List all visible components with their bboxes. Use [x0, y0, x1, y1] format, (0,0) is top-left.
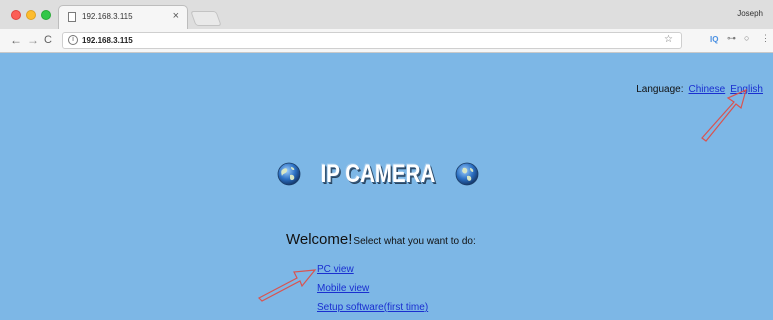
option-links: PC view Mobile view Setup software(first… — [317, 263, 428, 320]
new-tab-button[interactable] — [190, 11, 222, 26]
window-close-button[interactable] — [11, 10, 21, 20]
bookmark-star-icon[interactable]: ☆ — [664, 34, 673, 45]
globe-icon — [455, 162, 479, 186]
menu-kebab-icon[interactable]: ⋮ — [761, 33, 770, 44]
info-icon[interactable]: i — [68, 35, 78, 45]
close-tab-icon[interactable]: × — [173, 10, 179, 22]
browser-chrome: 192.168.3.115 × Joseph ← → C i 192.168.3… — [0, 0, 773, 53]
reload-icon[interactable]: C — [44, 33, 52, 47]
toolbar: ← → C i 192.168.3.115 ☆ — [0, 29, 773, 52]
extension-circle-icon[interactable]: ○ — [744, 33, 749, 43]
extension-iq-icon[interactable]: IQ — [710, 35, 718, 44]
forward-arrow-icon[interactable]: → — [27, 33, 39, 47]
profile-name[interactable]: Joseph — [737, 9, 763, 18]
tab-title: 192.168.3.115 — [82, 12, 133, 21]
url-text[interactable]: 192.168.3.115 — [82, 36, 133, 45]
welcome-text: Welcome! — [286, 231, 353, 248]
logo-text: IP CAMERA — [320, 159, 436, 188]
page-content: Language: Chinese English IP CAMERA Welc… — [0, 53, 773, 320]
browser-tab[interactable]: 192.168.3.115 × — [58, 5, 188, 29]
language-label: Language: — [636, 84, 684, 95]
setup-software-link[interactable]: Setup software(first time) — [317, 301, 428, 320]
window-maximize-button[interactable] — [41, 10, 51, 20]
ip-camera-logo: IP CAMERA — [277, 157, 479, 191]
pc-view-link[interactable]: PC view — [317, 263, 428, 282]
title-bar: 192.168.3.115 × Joseph — [0, 0, 773, 29]
annotation-arrow-english-icon — [701, 88, 747, 142]
back-arrow-icon[interactable]: ← — [10, 33, 22, 47]
page-icon — [68, 12, 76, 22]
address-bar[interactable]: i 192.168.3.115 ☆ — [62, 32, 682, 49]
welcome-heading: Welcome!Select what you want to do: — [286, 231, 476, 249]
window-minimize-button[interactable] — [26, 10, 36, 20]
annotation-arrow-pc-view-icon — [257, 269, 317, 302]
globe-icon — [277, 162, 301, 186]
extension-glasses-icon[interactable]: ⊶ — [727, 33, 736, 44]
welcome-instruction: Select what you want to do: — [353, 236, 476, 247]
mobile-view-link[interactable]: Mobile view — [317, 282, 428, 301]
